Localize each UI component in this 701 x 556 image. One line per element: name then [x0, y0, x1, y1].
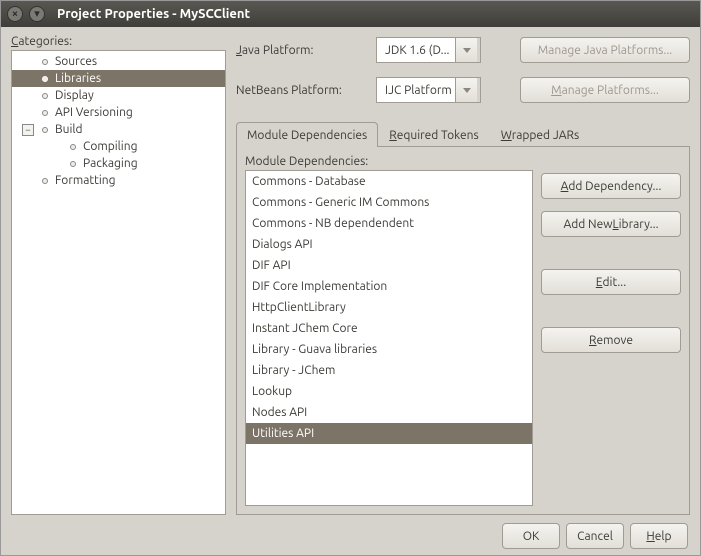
bullet-icon: [42, 76, 48, 82]
tree-item-libraries[interactable]: Libraries: [12, 70, 225, 87]
tree-item-compiling[interactable]: Compiling: [12, 138, 225, 155]
remove-button[interactable]: Remove: [541, 327, 681, 353]
dependency-buttons: Add Dependency... Add New Library... Edi…: [541, 155, 681, 506]
list-item[interactable]: Commons - NB dependendent: [246, 213, 532, 234]
list-item[interactable]: Library - Guava libraries: [246, 339, 532, 360]
tab-body: Module Dependencies: Commons - DatabaseC…: [236, 147, 690, 515]
dependencies-label: Module Dependencies:: [245, 155, 533, 168]
help-button[interactable]: Help: [630, 523, 688, 549]
content-area: Categories: Sources Libraries Display AP…: [1, 27, 700, 555]
ok-button[interactable]: OK: [502, 523, 560, 549]
tab-bar: Module Dependencies Required Tokens Wrap…: [236, 121, 690, 147]
list-item[interactable]: Lookup: [246, 381, 532, 402]
window-title: Project Properties - MySCClient: [57, 7, 250, 21]
bullet-icon: [42, 59, 48, 65]
add-new-library-button[interactable]: Add New Library...: [541, 211, 681, 237]
add-dependency-button[interactable]: Add Dependency...: [541, 173, 681, 199]
list-item[interactable]: HttpClientLibrary: [246, 297, 532, 318]
cancel-button[interactable]: Cancel: [566, 523, 624, 549]
list-item[interactable]: Utilities API: [246, 423, 532, 444]
manage-java-platforms-button: Manage Java Platforms...: [520, 37, 690, 63]
tree-item-sources[interactable]: Sources: [12, 53, 225, 70]
tab-wrapped-jars[interactable]: Wrapped JARs: [490, 122, 590, 147]
tree-item-build[interactable]: −Build: [12, 121, 225, 138]
edit-button[interactable]: Edit...: [541, 269, 681, 295]
tab-required-tokens[interactable]: Required Tokens: [378, 122, 489, 147]
categories-label: Categories:: [11, 35, 226, 48]
list-item[interactable]: Library - JChem: [246, 360, 532, 381]
bullet-icon: [70, 144, 76, 150]
right-pane: Java Platform: JDK 1.6 (D... Manage Java…: [236, 35, 690, 515]
tree-item-display[interactable]: Display: [12, 87, 225, 104]
chevron-down-icon[interactable]: [455, 38, 477, 62]
dependencies-list[interactable]: Commons - DatabaseCommons - Generic IM C…: [245, 170, 533, 506]
categories-tree[interactable]: Sources Libraries Display API Versioning…: [11, 50, 226, 515]
dialog-footer: OK Cancel Help: [11, 515, 690, 551]
list-item[interactable]: Instant JChem Core: [246, 318, 532, 339]
manage-platforms-button: Manage Platforms...: [520, 77, 690, 103]
bullet-icon: [70, 161, 76, 167]
tree-item-packaging[interactable]: Packaging: [12, 155, 225, 172]
minimize-icon[interactable]: ▾: [29, 6, 45, 22]
java-platform-combo[interactable]: JDK 1.6 (D...: [376, 37, 481, 63]
bullet-icon: [42, 110, 48, 116]
list-item[interactable]: Dialogs API: [246, 234, 532, 255]
java-platform-value: JDK 1.6 (D...: [377, 38, 455, 62]
collapse-icon[interactable]: −: [22, 124, 34, 136]
chevron-down-icon[interactable]: [455, 78, 477, 102]
list-item[interactable]: DIF Core Implementation: [246, 276, 532, 297]
list-item[interactable]: Commons - Generic IM Commons: [246, 192, 532, 213]
tree-item-api-versioning[interactable]: API Versioning: [12, 104, 225, 121]
netbeans-platform-value: IJC Platform: [377, 78, 455, 102]
tab-module-dependencies[interactable]: Module Dependencies: [236, 122, 378, 147]
list-item[interactable]: DIF API: [246, 255, 532, 276]
dialog-window: × ▾ Project Properties - MySCClient Cate…: [0, 0, 701, 556]
bullet-icon: [42, 127, 48, 133]
list-item[interactable]: Nodes API: [246, 402, 532, 423]
netbeans-platform-label: NetBeans Platform:: [236, 84, 376, 97]
close-icon[interactable]: ×: [7, 6, 23, 22]
list-item[interactable]: Commons - Database: [246, 171, 532, 192]
tree-item-formatting[interactable]: Formatting: [12, 172, 225, 189]
java-platform-label: Java Platform:: [236, 44, 376, 57]
bullet-icon: [42, 93, 48, 99]
netbeans-platform-combo[interactable]: IJC Platform: [376, 77, 481, 103]
titlebar: × ▾ Project Properties - MySCClient: [1, 1, 700, 27]
bullet-icon: [42, 178, 48, 184]
categories-panel: Categories: Sources Libraries Display AP…: [11, 35, 226, 515]
